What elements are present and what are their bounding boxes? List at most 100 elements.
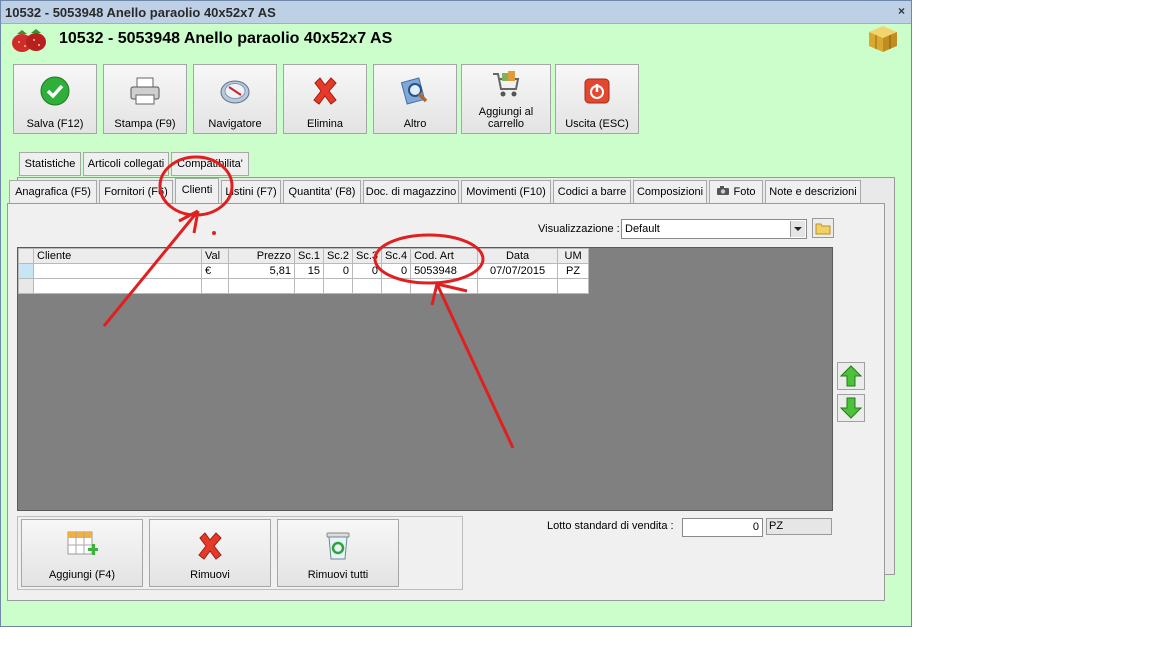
cell-sc4[interactable]: 0 (381, 263, 412, 279)
cell-new[interactable] (477, 278, 559, 294)
cell-new[interactable] (228, 278, 295, 294)
cell-new[interactable] (323, 278, 354, 294)
table-header-row: Cliente Val Prezzo Sc.1 Sc.2 Sc.3 Sc.4 C… (18, 248, 590, 264)
exit-button[interactable]: Uscita (ESC) (555, 64, 639, 134)
col-um[interactable]: UM (557, 248, 590, 264)
move-down-button[interactable] (837, 394, 865, 422)
recycle-bin-icon (326, 532, 350, 560)
close-icon[interactable]: × (898, 4, 905, 18)
col-cliente[interactable]: Cliente (33, 248, 202, 264)
remove-button-label: Rimuovi (190, 569, 230, 581)
navigator-button[interactable]: Navigatore (193, 64, 277, 134)
arrow-up-icon (839, 365, 863, 387)
magnifier-icon (400, 77, 428, 105)
move-up-button[interactable] (837, 362, 865, 390)
delete-x-icon (313, 77, 337, 105)
col-sc1[interactable]: Sc.1 (293, 248, 325, 264)
page-title: 10532 - 5053948 Anello paraolio 40x52x7 … (59, 30, 393, 47)
exit-button-label: Uscita (ESC) (565, 118, 629, 130)
cell-cod-art[interactable]: 5053948 (410, 263, 479, 279)
navigator-button-label: Navigatore (208, 118, 262, 130)
tab-codici-barre[interactable]: Codici a barre (553, 180, 631, 204)
row-indicator-new (18, 278, 34, 294)
cell-new[interactable] (381, 278, 412, 294)
table-row[interactable]: € 5,81 15 0 0 0 5053948 07/07/2015 PZ (18, 263, 590, 279)
cell-sc2[interactable]: 0 (323, 263, 354, 279)
cell-new[interactable] (410, 278, 479, 294)
cell-new[interactable] (293, 278, 325, 294)
view-label: Visualizzazione : (538, 223, 620, 235)
row-indicator (18, 263, 34, 279)
tab-listini[interactable]: Listini (F7) (221, 180, 281, 204)
cell-new[interactable] (557, 278, 590, 294)
tab-anagrafica[interactable]: Anagrafica (F5) (9, 180, 97, 204)
printer-icon (130, 77, 160, 105)
lotto-label: Lotto standard di vendita : (547, 520, 674, 532)
col-cod-art[interactable]: Cod. Art (410, 248, 479, 264)
strawberry-logo-icon (12, 29, 46, 52)
delete-button[interactable]: Elimina (283, 64, 367, 134)
table-new-row[interactable] (18, 278, 590, 294)
grid-add-icon (67, 531, 98, 555)
delete-x-icon (198, 532, 222, 560)
tab-quantita[interactable]: Quantita' (F8) (283, 180, 361, 204)
tab-fornitori[interactable]: Fornitori (F6) (99, 180, 173, 204)
cell-new[interactable] (352, 278, 383, 294)
customers-table: Cliente Val Prezzo Sc.1 Sc.2 Sc.3 Sc.4 C… (18, 248, 590, 294)
view-select[interactable]: Default (621, 219, 807, 239)
cell-new[interactable] (201, 278, 229, 294)
tab-composizioni[interactable]: Composizioni (633, 180, 707, 204)
cell-data[interactable]: 07/07/2015 (477, 263, 559, 279)
delete-button-label: Elimina (306, 118, 344, 130)
folder-button[interactable] (812, 218, 834, 238)
tab-foto-label: Foto (733, 186, 756, 198)
tab-articoli-collegati[interactable]: Articoli collegati (83, 152, 169, 176)
compass-icon (220, 80, 250, 104)
lotto-input[interactable]: 0 (682, 518, 763, 537)
tab-compatibilita[interactable]: Compatibilita' (171, 152, 249, 176)
window-title: 10532 - 5053948 Anello paraolio 40x52x7 … (5, 5, 276, 20)
application-window: 10532 - 5053948 Anello paraolio 40x52x7 … (0, 0, 912, 627)
cell-prezzo[interactable]: 5,81 (228, 263, 295, 279)
more-button-label: Altro (403, 118, 427, 130)
col-sc3[interactable]: Sc.3 (352, 248, 383, 264)
customers-grid: Cliente Val Prezzo Sc.1 Sc.2 Sc.3 Sc.4 C… (17, 247, 833, 511)
tab-doc-magazzino[interactable]: Doc. di magazzino (363, 180, 459, 204)
cell-sc1[interactable]: 15 (293, 263, 325, 279)
tab-statistiche[interactable]: Statistiche (19, 152, 81, 176)
col-val[interactable]: Val (201, 248, 229, 264)
print-button[interactable]: Stampa (F9) (103, 64, 187, 134)
print-button-label: Stampa (F9) (114, 118, 176, 130)
power-icon (584, 78, 610, 104)
arrow-down-icon (839, 397, 863, 419)
col-data[interactable]: Data (477, 248, 559, 264)
chevron-down-icon[interactable] (790, 221, 805, 237)
tab-foto[interactable]: Foto (709, 180, 763, 204)
row-indicator-header (18, 248, 34, 264)
cell-new[interactable] (33, 278, 202, 294)
view-select-value: Default (625, 223, 660, 235)
cart-icon (493, 71, 520, 97)
col-sc4[interactable]: Sc.4 (381, 248, 412, 264)
camera-icon (717, 186, 730, 195)
title-bar: 10532 - 5053948 Anello paraolio 40x52x7 … (1, 1, 911, 24)
remove-all-button-label: Rimuovi tutti (307, 569, 369, 581)
col-prezzo[interactable]: Prezzo (228, 248, 295, 264)
add-to-cart-label: Aggiungi al carrello (478, 106, 534, 130)
cell-cliente[interactable] (33, 263, 202, 279)
cell-val[interactable]: € (201, 263, 229, 279)
tab-note-descrizioni[interactable]: Note e descrizioni (765, 180, 861, 204)
cell-sc3[interactable]: 0 (352, 263, 383, 279)
save-button[interactable]: Salva (F12) (13, 64, 97, 134)
more-button[interactable]: Altro (373, 64, 457, 134)
cell-um[interactable]: PZ (557, 263, 590, 279)
col-sc2[interactable]: Sc.2 (323, 248, 354, 264)
add-to-cart-button[interactable]: Aggiungi al carrello (461, 64, 551, 134)
save-button-label: Salva (F12) (26, 118, 84, 130)
tab-clienti[interactable]: Clienti (175, 178, 219, 204)
remove-all-button[interactable]: Rimuovi tutti (277, 519, 399, 587)
tab-movimenti[interactable]: Movimenti (F10) (461, 180, 551, 204)
header: 10532 - 5053948 Anello paraolio 40x52x7 … (1, 24, 911, 56)
remove-button[interactable]: Rimuovi (149, 519, 271, 587)
add-button[interactable]: Aggiungi (F4) (21, 519, 143, 587)
